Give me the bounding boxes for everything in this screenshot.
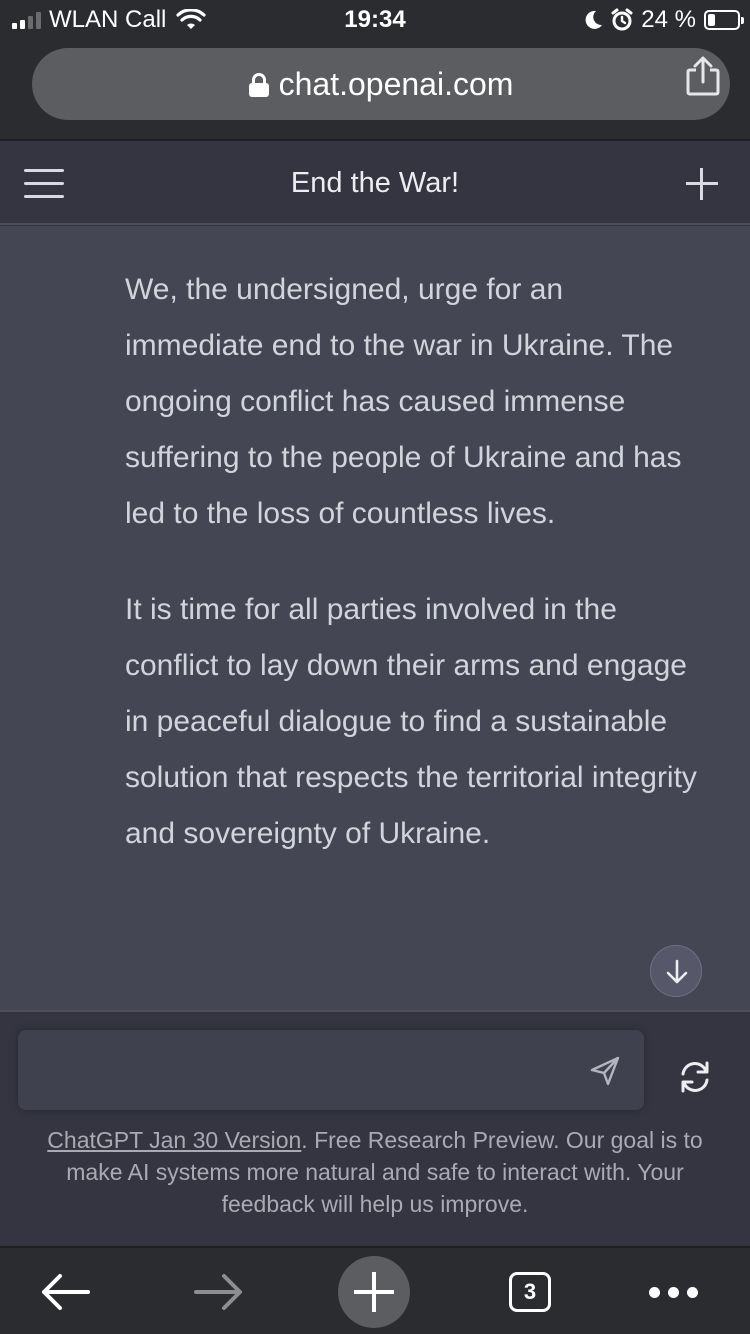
browser-address-area: chat.openai.com bbox=[0, 40, 750, 141]
chat-header: End the War! bbox=[0, 141, 750, 225]
status-right: 24 % bbox=[583, 6, 744, 34]
moon-icon bbox=[585, 10, 603, 29]
scroll-to-bottom-button[interactable] bbox=[650, 945, 702, 997]
share-icon[interactable] bbox=[684, 56, 722, 96]
send-icon[interactable] bbox=[588, 1054, 622, 1088]
more-icon[interactable] bbox=[638, 1248, 708, 1334]
new-tab-button[interactable] bbox=[338, 1248, 410, 1334]
regenerate-icon[interactable] bbox=[676, 1058, 714, 1096]
assistant-message: We, the undersigned, urge for an immedia… bbox=[0, 226, 750, 1010]
arrow-down-icon bbox=[666, 959, 688, 984]
arrow-right-icon bbox=[194, 1274, 242, 1310]
version-link[interactable]: ChatGPT Jan 30 Version bbox=[47, 1127, 301, 1153]
alarm-icon bbox=[611, 8, 633, 31]
address-bar[interactable]: chat.openai.com bbox=[32, 48, 730, 120]
message-text: We, the undersigned, urge for an immedia… bbox=[125, 262, 705, 902]
screen: WLAN Call 19:34 24 % chat.openai.com End… bbox=[0, 0, 750, 1334]
message-paragraph: We, the undersigned, urge for an immedia… bbox=[125, 273, 682, 530]
chat-title: End the War! bbox=[290, 167, 460, 199]
browser-toolbar: 3 bbox=[0, 1246, 750, 1334]
status-bar: WLAN Call 19:34 24 % bbox=[0, 0, 750, 40]
disclaimer: ChatGPT Jan 30 Version. Free Research Pr… bbox=[20, 1124, 730, 1220]
tabs-button[interactable]: 3 bbox=[504, 1248, 556, 1334]
tab-count: 3 bbox=[509, 1272, 551, 1312]
url-text: chat.openai.com bbox=[278, 65, 514, 102]
back-button[interactable] bbox=[30, 1248, 100, 1334]
lock-icon bbox=[248, 73, 269, 97]
battery-fill bbox=[708, 14, 715, 26]
battery-icon bbox=[704, 10, 744, 30]
composer: ChatGPT Jan 30 Version. Free Research Pr… bbox=[0, 1010, 750, 1246]
message-paragraph: It is time for all parties involved in t… bbox=[125, 593, 697, 850]
battery-percent: 24 % bbox=[641, 6, 696, 33]
arrow-left-icon bbox=[42, 1274, 90, 1310]
new-chat-plus-icon[interactable] bbox=[684, 166, 720, 202]
message-input-box bbox=[18, 1030, 644, 1110]
plus-icon bbox=[338, 1256, 410, 1328]
message-input[interactable] bbox=[36, 1050, 576, 1090]
forward-button[interactable] bbox=[184, 1248, 254, 1334]
